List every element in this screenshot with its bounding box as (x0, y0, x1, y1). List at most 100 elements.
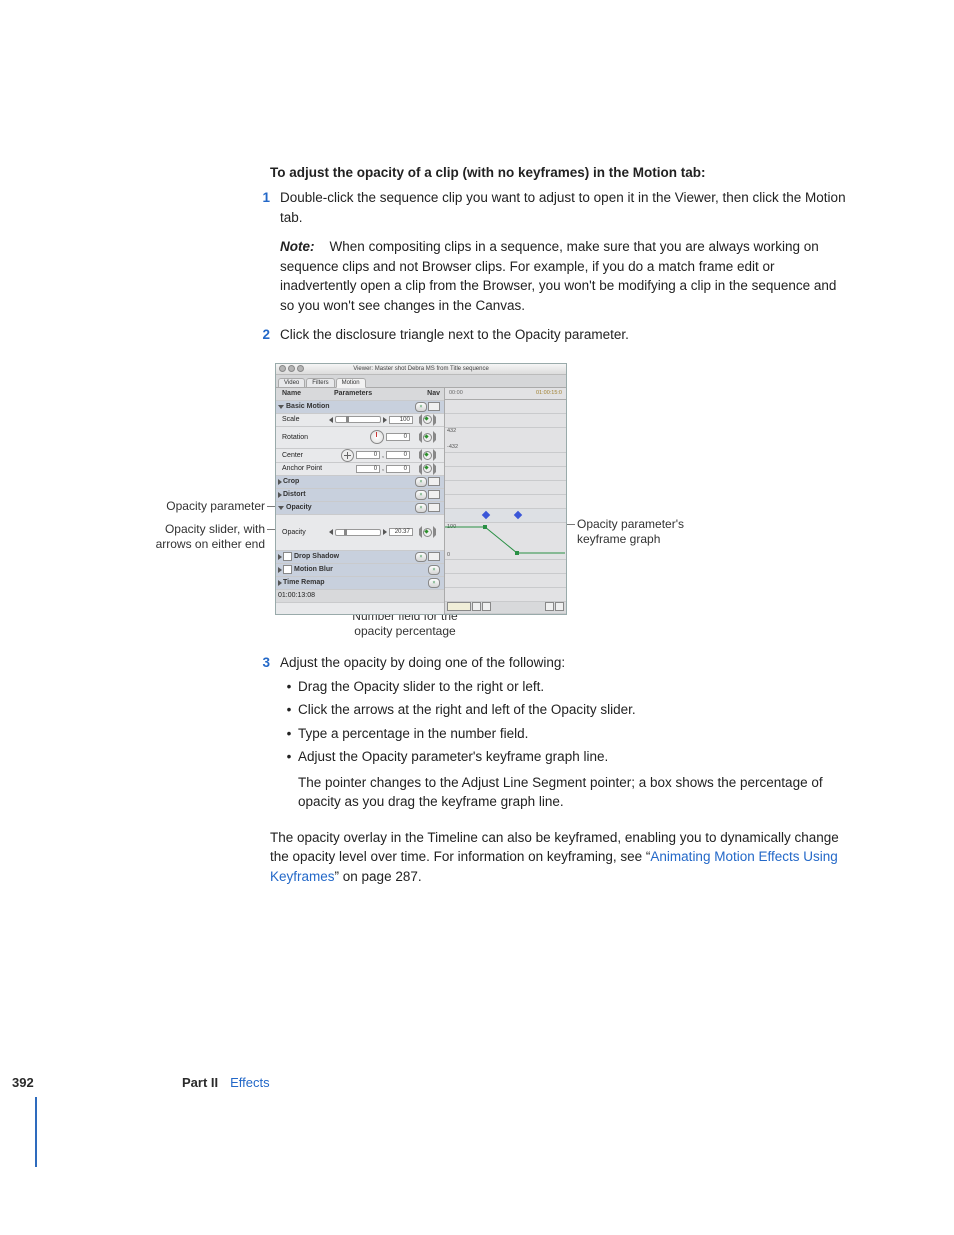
step-body: Double-click the sequence clip you want … (280, 188, 849, 315)
rotation-graph-bot: -432 (447, 445, 458, 451)
tab-bar: Video Filters Motion (276, 375, 566, 387)
callout-keyframe-graph-a: Opacity parameter's (577, 517, 684, 533)
window-title: Viewer: Master shot Debra MS from Title … (353, 366, 489, 372)
reset-button[interactable]: × (415, 552, 427, 562)
disclosure-triangle-icon[interactable] (278, 492, 282, 498)
reset-button[interactable]: × (415, 503, 427, 513)
slider-arrow-right-icon[interactable] (383, 417, 387, 423)
slider-arrow-left-icon[interactable] (329, 417, 333, 423)
keyframe-nav[interactable] (415, 431, 440, 443)
traffic-lights[interactable] (279, 365, 304, 372)
menu-button[interactable] (428, 477, 440, 486)
opacity-keyframe-graph[interactable] (445, 523, 565, 559)
ruler-tick: 00:00 (449, 390, 463, 396)
section-drop-shadow: Drop Shadow (294, 553, 339, 560)
bullet-text: Click the arrows at the right and left o… (298, 700, 849, 720)
rotation-value[interactable]: 0 (386, 433, 410, 441)
label-rotation: Rotation (278, 434, 334, 441)
closing-paragraph: The opacity overlay in the Timeline can … (270, 828, 849, 887)
reset-button[interactable]: × (415, 477, 427, 487)
bullet-item: •Adjust the Opacity parameter's keyframe… (280, 747, 849, 767)
reset-button[interactable]: × (415, 402, 427, 412)
col-parameters: Parameters (334, 390, 412, 397)
step-number: 2 (95, 325, 280, 345)
scale-slider[interactable] (335, 416, 381, 423)
bullet-item: •Drag the Opacity slider to the right or… (280, 677, 849, 697)
keyframe-nav[interactable] (415, 463, 440, 475)
scroll-button[interactable] (482, 602, 491, 611)
step-body: Adjust the opacity by doing one of the f… (280, 653, 849, 812)
scroll-left-button[interactable] (472, 602, 481, 611)
keyframe-marker-icon[interactable] (482, 511, 490, 519)
bullet-item: •Type a percentage in the number field. (280, 724, 849, 744)
motion-blur-checkbox[interactable] (283, 565, 292, 574)
center-crosshair[interactable] (341, 449, 354, 462)
disclosure-triangle-icon[interactable] (278, 506, 284, 510)
disclosure-triangle-icon[interactable] (278, 479, 282, 485)
drop-shadow-checkbox[interactable] (283, 552, 292, 561)
keyframe-nav[interactable] (415, 414, 440, 426)
section-crop: Crop (283, 478, 299, 485)
menu-button[interactable] (428, 402, 440, 411)
step-3: 3 Adjust the opacity by doing one of the… (95, 653, 849, 812)
ruler-tick: 01:00:15:0 (536, 390, 562, 396)
tab-motion[interactable]: Motion (336, 378, 366, 388)
scroll-right-button[interactable] (555, 602, 564, 611)
bullet-text: Type a percentage in the number field. (298, 724, 849, 744)
callout-keyframe-graph-b: keyframe graph (577, 532, 660, 548)
opacity-slider[interactable] (335, 529, 381, 536)
zoom-slider[interactable] (447, 602, 471, 611)
page-number: 392 (0, 1075, 127, 1090)
menu-button[interactable] (428, 490, 440, 499)
label-scale: Scale (278, 416, 329, 423)
step-text: Adjust the opacity by doing one of the f… (280, 655, 565, 670)
step-1: 1 Double-click the sequence clip you wan… (95, 188, 849, 315)
disclosure-triangle-icon[interactable] (278, 580, 282, 586)
screenshot-figure: Opacity parameter Opacity slider, with a… (95, 363, 849, 643)
keyframe-marker-icon[interactable] (514, 511, 522, 519)
step-2: 2 Click the disclosure triangle next to … (95, 325, 849, 345)
bullet-text: Drag the Opacity slider to the right or … (298, 677, 849, 697)
disclosure-triangle-icon[interactable] (278, 405, 284, 409)
slider-arrow-right-icon[interactable] (383, 529, 387, 535)
menu-button[interactable] (428, 503, 440, 512)
window-titlebar[interactable]: Viewer: Master shot Debra MS from Title … (276, 364, 566, 375)
step-text: Double-click the sequence clip you want … (280, 190, 846, 225)
keyframe-nav[interactable] (415, 526, 440, 538)
tab-video[interactable]: Video (278, 378, 305, 387)
label-anchor: Anchor Point (278, 465, 334, 472)
menu-button[interactable] (428, 552, 440, 561)
callout-number-field-b: opacity percentage (305, 624, 505, 640)
rotation-dial[interactable] (370, 430, 384, 444)
slider-arrow-left-icon[interactable] (329, 529, 333, 535)
reset-button[interactable]: × (415, 490, 427, 500)
disclosure-triangle-icon[interactable] (278, 554, 282, 560)
label-opacity: Opacity (278, 529, 329, 536)
tab-filters[interactable]: Filters (306, 378, 334, 387)
section-basic-motion: Basic Motion (286, 403, 330, 410)
page: To adjust the opacity of a clip (with no… (0, 0, 954, 1180)
timecode-display[interactable]: 01:00:13:08 (278, 592, 315, 599)
scroll-button[interactable] (545, 602, 554, 611)
center-x[interactable]: 0 (356, 451, 380, 459)
step-number: 3 (95, 653, 280, 812)
section-time-remap: Time Remap (283, 579, 325, 586)
note-body: When compositing clips in a sequence, ma… (280, 239, 836, 313)
footer-rule (35, 1097, 37, 1167)
label-center: Center (278, 452, 334, 459)
reset-button[interactable]: × (428, 578, 440, 588)
section-opacity: Opacity (286, 504, 312, 511)
reset-button[interactable]: × (428, 565, 440, 575)
scale-value[interactable]: 100 (389, 416, 413, 424)
disclosure-triangle-icon[interactable] (278, 567, 282, 573)
center-y[interactable]: 0 (386, 451, 410, 459)
timeline-ruler[interactable]: 00:00 01:00:15:0 (445, 388, 566, 400)
anchor-y[interactable]: 0 (386, 465, 410, 473)
page-footer: 392 Part II Effects (0, 1075, 954, 1090)
col-nav: Nav (412, 390, 442, 397)
anchor-x[interactable]: 0 (356, 465, 380, 473)
closing-text-b: ” on page 287. (335, 869, 422, 884)
section-distort: Distort (283, 491, 306, 498)
opacity-value[interactable]: 20.37 (389, 528, 413, 536)
keyframe-nav[interactable] (415, 449, 440, 461)
